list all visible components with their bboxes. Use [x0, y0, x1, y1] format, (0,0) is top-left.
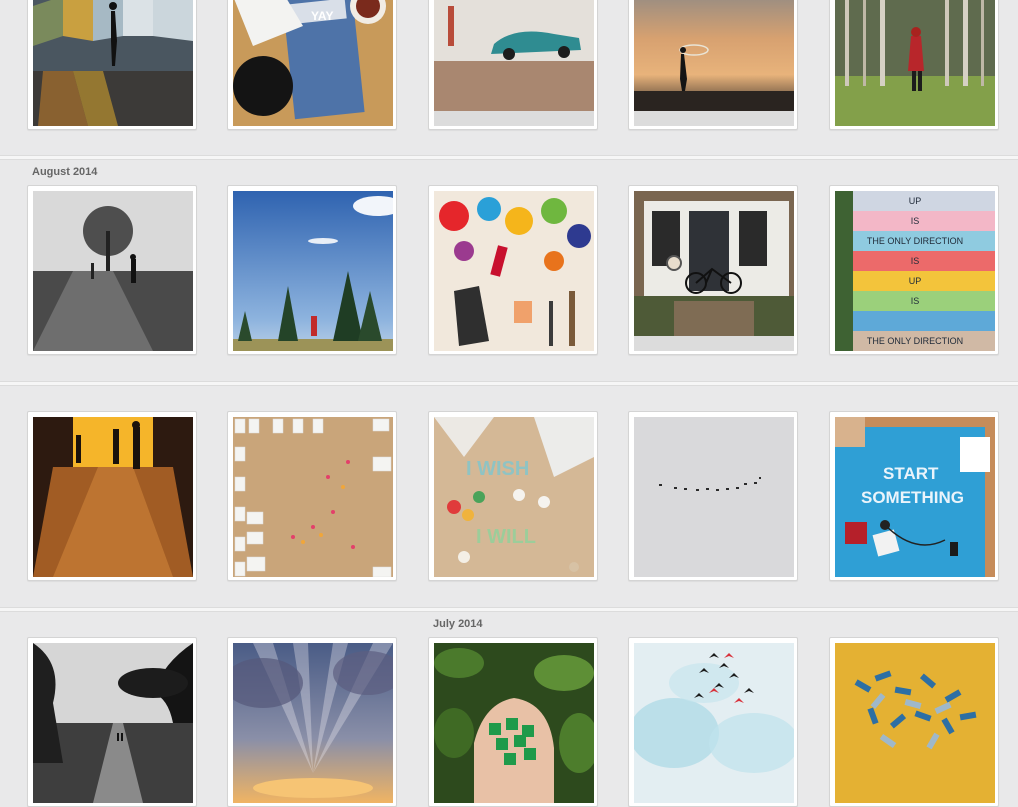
photo-birds-minimal-sky [634, 417, 794, 577]
photo-blue-rolled-paper [835, 643, 995, 803]
stairs-text-line: THE ONLY DIRECTION [867, 336, 963, 346]
photo-tile[interactable]: I WISH I WILL [428, 411, 598, 581]
month-label-july-2014: July 2014 [433, 618, 483, 630]
letters-i-wish: I WISH [466, 458, 529, 480]
photo-sunray-clouds [233, 643, 393, 803]
section-divider [0, 607, 1018, 612]
stairs-text-line: IS [911, 216, 920, 226]
photo-stairs-up-is-the-only-direction: UP IS THE ONLY DIRECTION IS UP IS THE ON… [835, 191, 995, 351]
photo-tunnel-shadows [33, 417, 193, 577]
photo-paint-palette [434, 191, 594, 351]
photo-tile[interactable] [628, 185, 798, 355]
photo-bw-tree-walk [33, 191, 193, 351]
section-divider [0, 381, 1018, 386]
photo-vintage-car-beach [434, 0, 594, 126]
letters-something: SOMETHING [861, 488, 964, 507]
photo-tile[interactable] [428, 0, 598, 130]
photo-tile[interactable]: START SOMETHING [829, 411, 999, 581]
photo-tile[interactable] [27, 411, 197, 581]
photo-tile[interactable] [227, 411, 397, 581]
photo-glass-wall-silhouette [33, 0, 193, 126]
newspaper-headline: YAY [311, 9, 333, 23]
photo-tile[interactable] [227, 637, 397, 807]
letters-start: START [883, 464, 939, 483]
stairs-text-line: UP [909, 196, 922, 206]
stairs-text-line: THE ONLY DIRECTION [867, 236, 963, 246]
stairs-text-line: IS [911, 296, 920, 306]
photo-newspaper-coffee-yarn: YAY [233, 0, 393, 126]
photo-tile[interactable] [27, 185, 197, 355]
photo-tile[interactable] [628, 411, 798, 581]
photo-tile[interactable] [628, 0, 798, 130]
photo-tile[interactable]: YAY [227, 0, 397, 130]
photo-tile[interactable] [428, 185, 598, 355]
photo-red-coat-forest [835, 0, 995, 126]
photo-tile[interactable]: UP IS THE ONLY DIRECTION IS UP IS THE ON… [829, 185, 999, 355]
photo-start-something-blue-paper: START SOMETHING [835, 417, 995, 577]
photo-tile[interactable] [27, 0, 197, 130]
photo-polaroid-wall [233, 417, 393, 577]
photo-hula-hoop-sunset [634, 0, 794, 126]
stairs-text-line: UP [909, 276, 922, 286]
photo-tile[interactable] [27, 637, 197, 807]
photo-tile[interactable] [227, 185, 397, 355]
photo-house-bicycle [634, 191, 794, 351]
photo-dice-in-hand [434, 643, 594, 803]
month-label-august-2014: August 2014 [32, 166, 98, 178]
photo-tile[interactable] [628, 637, 798, 807]
letters-i-will: I WILL [476, 526, 536, 548]
section-divider [0, 155, 1018, 160]
photo-i-wish-i-will-letters: I WISH I WILL [434, 417, 594, 577]
photo-tile[interactable] [829, 637, 999, 807]
photo-paper-birds [634, 643, 794, 803]
photo-tile[interactable] [829, 0, 999, 130]
photo-tile[interactable] [428, 637, 598, 807]
stairs-text-line: IS [911, 256, 920, 266]
photo-bw-cypress-road [33, 643, 193, 803]
photo-pine-trees-blue-sky [233, 191, 393, 351]
